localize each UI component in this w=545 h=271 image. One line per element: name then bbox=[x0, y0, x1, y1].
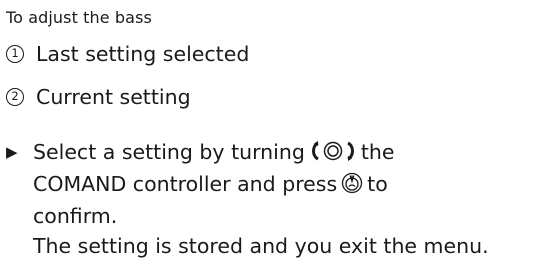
result-text: The setting is stored and you exit the m… bbox=[33, 234, 489, 258]
legend-label-2: Current setting bbox=[36, 85, 191, 109]
circled-number-1: 1 bbox=[6, 45, 24, 63]
bullet-triangle-icon: ▶ bbox=[6, 143, 18, 161]
legend-item-1: 1 Last setting selected bbox=[6, 42, 249, 66]
legend-item-2: 2 Current setting bbox=[6, 85, 191, 109]
heading: To adjust the bass bbox=[6, 8, 152, 27]
turn-controller-icon bbox=[309, 140, 357, 162]
circled-number-2: 2 bbox=[6, 88, 24, 106]
instruction-line-1: ▶ Select a setting by turning the bbox=[6, 136, 541, 168]
instruction-step: ▶ Select a setting by turning the COMAND … bbox=[6, 136, 541, 232]
instruction-text-1a: Select a setting by turning bbox=[33, 140, 305, 164]
instruction-text-3: confirm. bbox=[33, 204, 118, 228]
press-controller-icon bbox=[341, 172, 363, 194]
instruction-line-3: confirm. bbox=[6, 200, 541, 232]
instruction-text-2b: to bbox=[367, 172, 388, 196]
instruction-line-2: COMAND controller and press to bbox=[6, 168, 541, 200]
instruction-text-1b: the bbox=[360, 140, 395, 164]
legend-label-1: Last setting selected bbox=[36, 42, 250, 66]
instruction-text-2a: COMAND controller and press bbox=[33, 172, 338, 196]
